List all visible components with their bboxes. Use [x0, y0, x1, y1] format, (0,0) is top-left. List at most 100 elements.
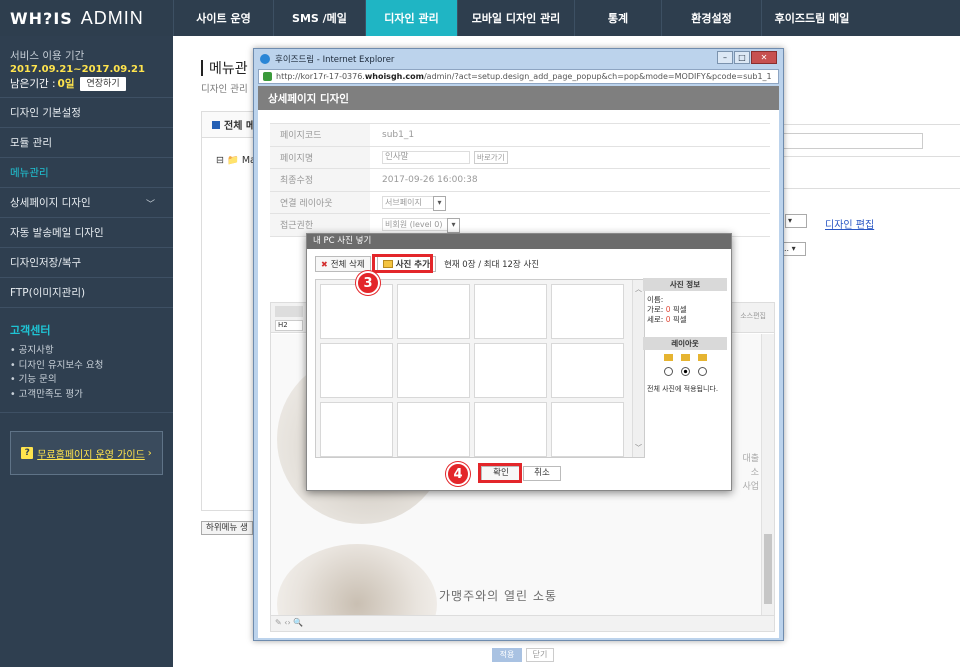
maximize-icon[interactable]: □	[734, 51, 750, 64]
sidebar-item-ftp[interactable]: FTP(이미지관리)	[0, 278, 173, 308]
photo-slot[interactable]	[551, 284, 624, 339]
sidebar-menu: 디자인 기본설정 모듈 관리 메뉴관리 상세페이지 디자인 ﹀ 자동 발송메일 …	[0, 98, 173, 308]
cancel-button[interactable]: 취소	[523, 466, 561, 481]
sidebar-item-design-backup[interactable]: 디자인저장/복구	[0, 248, 173, 278]
editor-status-bar: ✎ ‹› 🔍	[271, 615, 774, 631]
logo[interactable]: WH?IS ADMIN	[0, 0, 173, 36]
form-row-last-modified: 최종수정 2017-09-26 16:00:38	[270, 169, 770, 192]
form-row-page-name: 페이지명 인사말 바로가기	[270, 146, 770, 169]
design-select[interactable]: ▾	[785, 214, 807, 228]
guide-label: 무료홈페이지 운영 가이드	[37, 449, 145, 461]
highlight-add-photo	[372, 254, 433, 273]
delete-all-button[interactable]: ✖ 전체 삭제	[315, 256, 371, 272]
format-select[interactable]: H2	[275, 320, 303, 331]
chevron-down-icon: ﹀	[145, 200, 155, 210]
photo-slot[interactable]	[320, 284, 393, 339]
access-select[interactable]: 비회원 (level 0)	[382, 218, 460, 234]
top-bar: WH?IS ADMIN 사이트 운영 SMS /메일 디자인 관리 모바일 디자…	[0, 0, 960, 36]
nav-whoisdream-mail[interactable]: 후이즈드림 메일	[761, 0, 862, 36]
layout-radio-left[interactable]	[663, 367, 673, 376]
service-period-box: 서비스 이용 기간 2017.09.21~2017.09.21 남은기간 : 0…	[0, 36, 173, 98]
ie-icon	[260, 54, 270, 64]
sidebar-item-design-basic[interactable]: 디자인 기본설정	[0, 98, 173, 128]
sidebar-item-menu-management[interactable]: 메뉴관리	[0, 158, 173, 188]
form-row-page-code: 페이지코드 sub1_1	[270, 124, 770, 147]
cs-item-notice[interactable]: • 공지사항	[10, 344, 163, 359]
add-submenu-button[interactable]: 하위메뉴 생	[201, 521, 253, 535]
sidebar-item-module[interactable]: 모듈 관리	[0, 128, 173, 158]
photo-slot[interactable]	[551, 402, 624, 457]
logo-admin-label: ADMIN	[80, 7, 144, 28]
undo-redo-icon[interactable]	[275, 306, 303, 317]
site-icon	[263, 72, 272, 81]
layout-icons	[643, 354, 727, 361]
close-button[interactable]: 닫기	[526, 648, 554, 662]
cs-item-inquiry[interactable]: • 기능 문의	[10, 373, 163, 388]
popup-header: 상세페이지 디자인	[258, 86, 779, 110]
nav-mobile-design[interactable]: 모바일 디자인 관리	[457, 0, 574, 36]
nav-sms-mail[interactable]: SMS /메일	[273, 0, 365, 36]
customer-center-title: 고객센터	[10, 324, 51, 337]
photo-slot[interactable]	[397, 402, 470, 457]
toggle-icon	[212, 120, 220, 129]
scroll-thumb[interactable]	[764, 534, 772, 604]
cs-item-survey[interactable]: • 고객만족도 평가	[10, 388, 163, 403]
page-name-input[interactable]: 인사말	[382, 150, 470, 164]
photo-slot[interactable]	[397, 343, 470, 398]
settings-row	[773, 125, 960, 157]
info-name: 이름:	[647, 295, 664, 304]
close-icon[interactable]: ✕	[751, 51, 777, 64]
step-3-badge: 3	[356, 271, 380, 295]
page-title: 메뉴관	[201, 58, 248, 78]
remaining-period: 남은기간 : 0일 연장하기	[10, 76, 163, 91]
sidebar: 서비스 이용 기간 2017.09.21~2017.09.21 남은기간 : 0…	[0, 36, 173, 667]
photo-slot[interactable]	[474, 284, 547, 339]
photo-grid: ︿ ﹀	[315, 279, 645, 458]
photo-slot[interactable]	[474, 402, 547, 457]
slogan-text: 가맹주와의 열린 소통	[439, 589, 557, 603]
browser-title-bar: 후이즈드림 - Internet Explorer – □ ✕	[254, 49, 783, 69]
photo-slot[interactable]	[397, 284, 470, 339]
layout-select[interactable]: 서브페이지	[382, 195, 446, 211]
service-period-label: 서비스 이용 기간	[10, 50, 85, 62]
level-select[interactable]: .. ▾	[781, 242, 806, 256]
breadcrumb: 디자인 관리	[201, 84, 248, 95]
design-edit-link[interactable]: 디자인 편집	[825, 216, 874, 231]
browser-title: 후이즈드림 - Internet Explorer	[275, 55, 395, 65]
modal-title: 내 PC 사진 넣기	[307, 234, 731, 249]
step-4-badge: 4	[446, 462, 470, 486]
editor-scrollbar[interactable]	[761, 334, 774, 616]
sidebar-item-detail-page-design[interactable]: 상세페이지 디자인 ﹀	[0, 188, 173, 218]
logo-mark: WH?IS	[10, 8, 73, 28]
window-controls: – □ ✕	[716, 51, 777, 64]
info-height: 세로: 0 픽셀	[647, 315, 687, 324]
layout-radio-center[interactable]	[680, 367, 690, 376]
guide-button[interactable]: ? 무료홈페이지 운영 가이드 ›	[10, 431, 163, 475]
nav-settings[interactable]: 환경설정	[661, 0, 761, 36]
layout-radio-right[interactable]	[697, 367, 707, 376]
menu-name-input[interactable]	[783, 133, 923, 149]
sidebar-item-label: 상세페이지 디자인	[10, 197, 91, 209]
source-edit-button[interactable]: 소스편집	[740, 311, 766, 321]
extend-button[interactable]: 연장하기	[80, 76, 126, 91]
photo-slot[interactable]	[320, 402, 393, 457]
photo-info-title: 사진 정보	[643, 278, 727, 291]
layout-note: 전체 사진에 적용됩니다.	[647, 385, 719, 393]
cs-item-maintenance[interactable]: • 디자인 유지보수 요청	[10, 359, 163, 374]
nav-statistics[interactable]: 통계	[574, 0, 661, 36]
nav-design-management[interactable]: 디자인 관리	[365, 0, 457, 36]
customer-center: 고객센터 • 공지사항 • 디자인 유지보수 요청 • 기능 문의 • 고객만족…	[0, 308, 173, 413]
chevron-right-icon: ›	[147, 447, 152, 459]
apply-button[interactable]: 적용	[492, 648, 522, 662]
photo-slot[interactable]	[551, 343, 624, 398]
layout-title: 레이아웃	[643, 337, 727, 350]
minimize-icon[interactable]: –	[717, 51, 733, 64]
side-text: 대출 소 사업	[742, 454, 759, 492]
address-bar[interactable]: http://kor17r-17-0376. whoisgh.com/admin/…	[258, 69, 779, 84]
menu-tree[interactable]: ⊟ 📁 Ma	[216, 150, 256, 172]
photo-slot[interactable]	[474, 343, 547, 398]
nav-site-operation[interactable]: 사이트 운영	[173, 0, 273, 36]
photo-slot[interactable]	[320, 343, 393, 398]
sidebar-item-auto-mail-design[interactable]: 자동 발송메일 디자인	[0, 218, 173, 248]
shortcut-button[interactable]: 바로가기	[474, 150, 508, 164]
